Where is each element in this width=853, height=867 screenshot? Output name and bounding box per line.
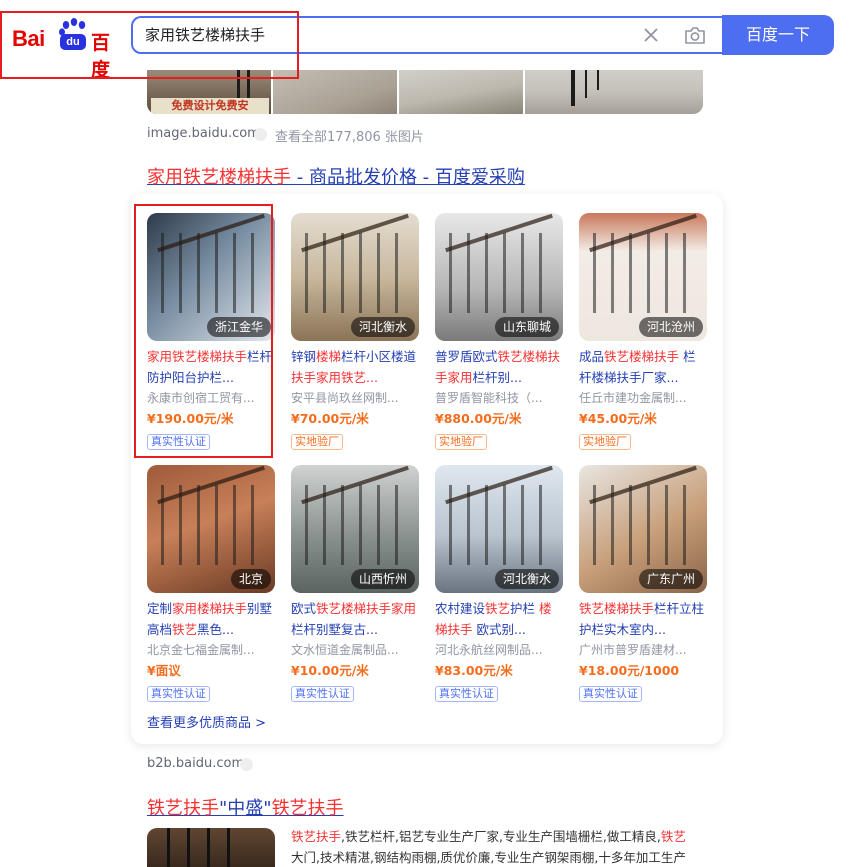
search-button[interactable]: 百度一下 — [722, 15, 834, 55]
product-badge: 真实性认证 — [147, 686, 210, 702]
product-badge: 实地验厂 — [435, 434, 487, 450]
product-title[interactable]: 铁艺楼梯扶手栏杆立柱护栏实木室内... — [579, 598, 707, 640]
product-image[interactable]: 河北衡水 — [291, 213, 419, 341]
product-location-tag: 山西忻州 — [350, 569, 415, 589]
source-info-icon[interactable] — [254, 128, 267, 141]
product-image[interactable]: 广东广州 — [579, 465, 707, 593]
product-location-tag: 河北衡水 — [350, 317, 415, 337]
product-title[interactable]: 成品铁艺楼梯扶手 栏杆楼梯扶手厂家... — [579, 346, 707, 388]
clear-icon[interactable] — [641, 25, 661, 45]
product-price: ¥83.00元/米 — [435, 663, 513, 678]
more-products-link[interactable]: 查看更多优质商品 > — [147, 712, 266, 731]
product-price: ¥70.00元/米 — [291, 411, 369, 426]
camera-icon[interactable] — [684, 25, 706, 45]
product-price: ¥10.00元/米 — [291, 663, 369, 678]
product-image[interactable]: 山东聊城 — [435, 213, 563, 341]
product-title[interactable]: 锌钢楼梯栏杆小区楼道扶手家用铁艺... — [291, 346, 419, 388]
product-title[interactable]: 农村建设铁艺护栏 楼梯扶手 欧式别... — [435, 598, 563, 640]
result-title[interactable]: 铁艺扶手"中盛"铁艺扶手 — [147, 794, 344, 820]
product-badge: 真实性认证 — [291, 686, 354, 702]
product-badge: 真实性认证 — [579, 686, 642, 702]
product-seller[interactable]: 任丘市建功金属制... — [579, 388, 707, 408]
image-count-link[interactable]: 查看全部177,806 张图片 — [275, 126, 424, 145]
product-card[interactable]: 山东聊城普罗盾欧式铁艺楼梯扶手家用栏杆别... 普罗盾智能科技（... ¥880.0… — [435, 213, 563, 450]
product-seller[interactable]: 文水恒道金属制品... — [291, 640, 419, 660]
product-card[interactable]: 河北衡水农村建设铁艺护栏 楼梯扶手 欧式别... 河北永航丝网制品... ¥83.0… — [435, 465, 563, 702]
product-badge: 真实性认证 — [435, 686, 498, 702]
annotation-box-logo — [0, 11, 299, 79]
product-card[interactable]: 广东广州铁艺楼梯扶手栏杆立柱护栏实木室内... 广州市普罗盾建材... ¥18.00… — [579, 465, 707, 702]
product-location-tag: 北京 — [230, 569, 271, 589]
product-badge: 实地验厂 — [291, 434, 343, 450]
product-price: ¥45.00元/米 — [579, 411, 657, 426]
product-location-tag: 山东聊城 — [494, 317, 559, 337]
product-location-tag: 广东广州 — [638, 569, 703, 589]
product-seller[interactable]: 普罗盾智能科技（... — [435, 388, 563, 408]
image-source-url[interactable]: image.baidu.com — [147, 126, 260, 141]
product-location-tag: 河北沧州 — [638, 317, 703, 337]
product-card[interactable]: 北京定制家用楼梯扶手别墅高档铁艺黑色... 北京金七福金属制... ¥面议真实性认证 — [147, 465, 275, 702]
product-price: ¥18.00元/1000 — [579, 663, 680, 678]
product-card[interactable]: 河北沧州成品铁艺楼梯扶手 栏杆楼梯扶手厂家... 任丘市建功金属制... ¥45.0… — [579, 213, 707, 450]
result-thumbnail[interactable] — [147, 828, 275, 867]
product-badge: 实地验厂 — [579, 434, 631, 450]
commerce-result-title[interactable]: 家用铁艺楼梯扶手 - 商品批发价格 - 百度爱采购 — [147, 163, 525, 189]
commerce-source-url[interactable]: b2b.baidu.com — [147, 756, 244, 771]
product-card[interactable]: 山西忻州欧式铁艺楼梯扶手家用栏杆别墅复古... 文水恒道金属制品... ¥10.00… — [291, 465, 419, 702]
image-banner-text: 免费设计免费安 — [151, 98, 269, 114]
annotation-box-product — [134, 204, 273, 458]
product-seller[interactable]: 广州市普罗盾建材... — [579, 640, 707, 660]
product-card[interactable]: 河北衡水锌钢楼梯栏杆小区楼道扶手家用铁艺... 安平县尚玖丝网制... ¥70.00… — [291, 213, 419, 450]
product-price: ¥面议 — [147, 663, 181, 678]
product-seller[interactable]: 河北永航丝网制品... — [435, 640, 563, 660]
product-image[interactable]: 山西忻州 — [291, 465, 419, 593]
product-image[interactable]: 河北衡水 — [435, 465, 563, 593]
product-location-tag: 河北衡水 — [494, 569, 559, 589]
product-image[interactable]: 北京 — [147, 465, 275, 593]
result-snippet: 铁艺扶手,铁艺栏杆,铝艺专业生产厂家,专业生产围墙栅栏,做工精良,铁艺 大门,技… — [291, 829, 686, 865]
product-price: ¥880.00元/米 — [435, 411, 522, 426]
source-info-icon[interactable] — [240, 758, 253, 771]
product-seller[interactable]: 北京金七福金属制... — [147, 640, 275, 660]
product-title[interactable]: 普罗盾欧式铁艺楼梯扶手家用栏杆别... — [435, 346, 563, 388]
product-seller[interactable]: 安平县尚玖丝网制... — [291, 388, 419, 408]
product-title[interactable]: 欧式铁艺楼梯扶手家用栏杆别墅复古... — [291, 598, 419, 640]
product-title[interactable]: 定制家用楼梯扶手别墅高档铁艺黑色... — [147, 598, 275, 640]
product-image[interactable]: 河北沧州 — [579, 213, 707, 341]
